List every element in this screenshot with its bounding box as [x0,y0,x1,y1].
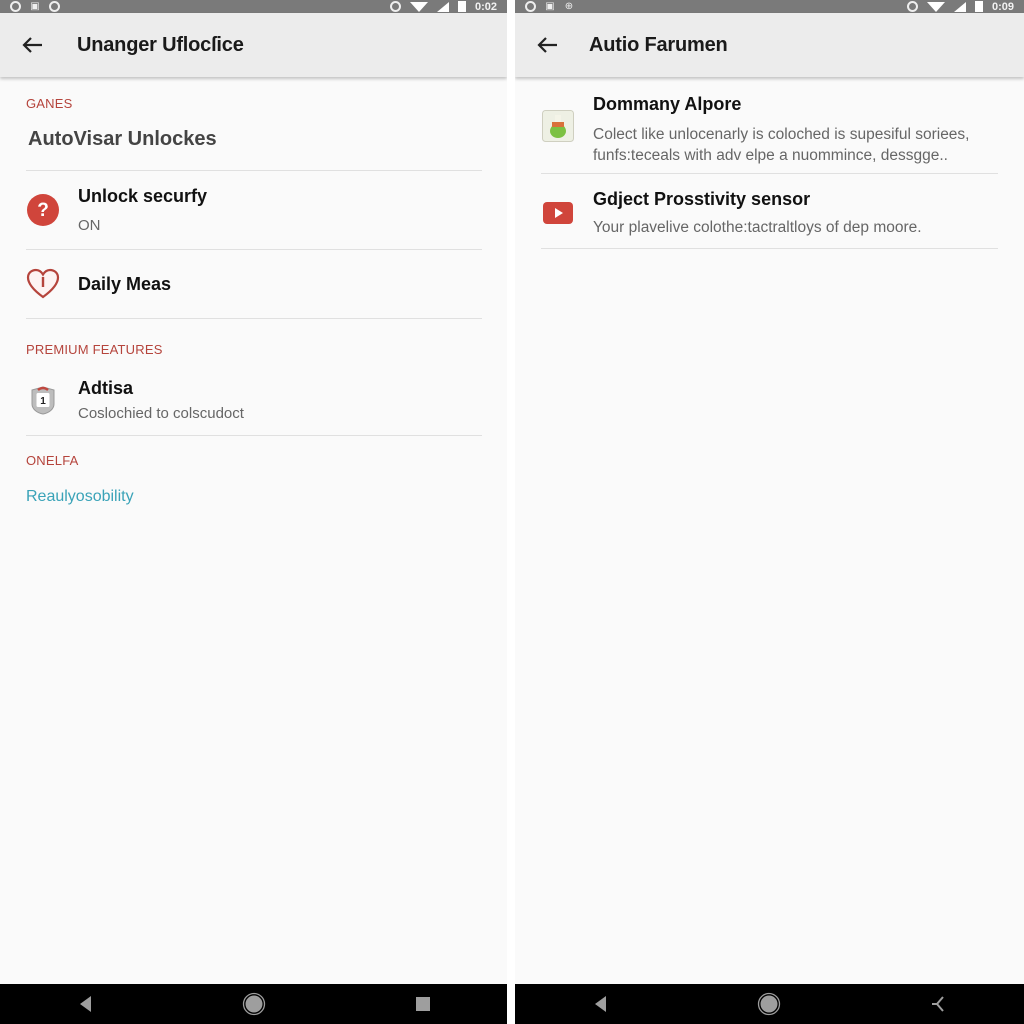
nav-back-icon [79,996,91,1012]
reaulyosobility-link[interactable]: Reaulyosobility [26,488,482,506]
nav-back-button[interactable] [65,984,105,1024]
app-bar: Unanger Uflocſice [0,13,507,77]
nav-home-icon [758,992,781,1016]
wifi-icon [409,1,428,12]
status-bar: ▣ ⊕ 0:09 [515,0,1024,13]
settings-list: GANES AutoVisar Unlockes ? Unlock securf… [0,80,482,506]
image-notification-icon: ▣ [30,0,40,12]
status-time: 0:09 [991,0,1014,13]
arrow-back-icon [22,37,42,53]
feature-list: Dommany Alpore Colect like unlocenarly i… [515,80,998,249]
nav-recents-button[interactable] [403,984,443,1024]
arrow-back-icon [537,37,557,53]
nav-share-button[interactable] [919,984,959,1024]
divider [541,248,998,249]
app-bar: Autio Farumen [515,13,1024,77]
item-title: Adtisa [78,378,134,398]
battery-icon [974,1,983,12]
autovisar-unlocks-heading[interactable]: AutoVisar Unlockes [28,128,482,151]
app-thumbnail-icon [542,110,574,142]
image-notification-icon: ▣ [545,0,555,12]
back-button[interactable] [20,33,44,57]
notification-icon [525,1,536,12]
list-item-adtisa[interactable]: 1 Adtisa Coslochied to colscudoct [26,365,482,435]
list-item-daily-meas[interactable]: Daily Meas [26,250,482,318]
nav-recents-icon [415,997,430,1011]
navigation-bar [515,984,1024,1024]
navigation-bar [0,984,507,1024]
section-header-other: ONELFA [26,453,79,468]
nav-home-icon [242,992,265,1016]
page-title: Autio Farumen [589,33,728,56]
item-title: Dommany Alpore [593,94,742,114]
nav-back-icon [594,996,606,1012]
right-phone-screen: ▣ ⊕ 0:09 Autio Farumen Dommany Alpore Co… [515,0,1024,1024]
wifi-icon [926,1,945,12]
list-item-object-proximity-sensor[interactable]: Gdject Prosstivity sensor Your plavelive… [541,174,998,248]
game-notification-icon: ⊕ [564,0,574,12]
list-item-unlock-security[interactable]: ? Unlock securfy ON [26,171,482,249]
item-description: Colect like unlocenarly is coloched is s… [593,126,970,164]
divider [26,435,482,436]
item-title: Daily Meas [78,273,172,294]
list-item-dommany-alpore[interactable]: Dommany Alpore Colect like unlocenarly i… [541,80,998,173]
page-title: Unanger Uflocſice [77,33,244,56]
svg-text:?: ? [37,200,49,221]
nav-share-icon [932,996,944,1012]
cell-signal-icon [436,1,449,12]
item-description: Your plavelive colothe:tactraltloys of d… [593,219,922,236]
item-status: ON [78,217,101,234]
svg-text:1: 1 [40,396,46,407]
shield-badge-icon: 1 [31,386,55,415]
section-header-premium: PREMIUM FEATURES [26,342,163,357]
data-saver-icon [906,1,918,12]
battery-icon [457,1,466,12]
section-header-games: GANES [26,96,73,111]
data-saver-icon [389,1,401,12]
back-button[interactable] [535,33,559,57]
help-circle-icon: ? [27,194,59,226]
divider [26,318,482,319]
notification-icon [10,1,21,12]
sync-icon [49,1,60,12]
nav-home-button[interactable] [749,984,789,1024]
status-bar: ▣ 0:02 [0,0,507,13]
item-title: Gdject Prosstivity sensor [593,189,811,209]
item-subtitle: Coslochied to colscudoct [78,405,244,422]
cell-signal-icon [953,1,966,12]
status-time: 0:02 [474,0,497,13]
heart-alert-icon [26,268,60,299]
nav-back-button[interactable] [580,984,620,1024]
video-play-icon [543,202,573,224]
left-phone-screen: ▣ 0:02 Unanger Uflocſice GANES AutoVisar… [0,0,507,1024]
item-title: Unlock securfy [78,186,208,206]
nav-home-button[interactable] [234,984,274,1024]
